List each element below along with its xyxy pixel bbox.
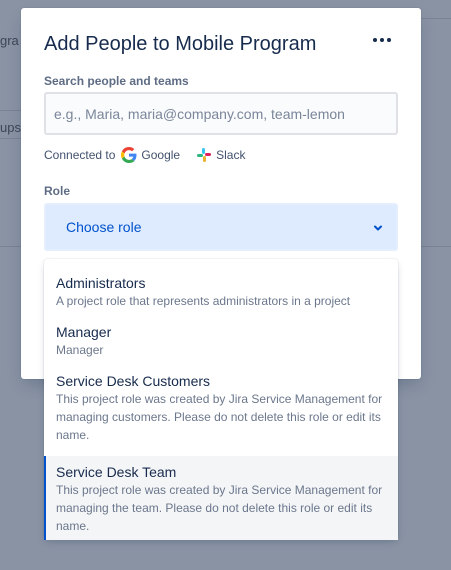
chevron-down-icon	[374, 225, 382, 231]
google-label: Google	[141, 148, 181, 162]
role-label: Role	[44, 184, 71, 198]
role-select-value: Choose role	[66, 219, 142, 235]
role-option-description: This project role was created by Jira Se…	[56, 483, 383, 533]
slack-connection[interactable]: Slack	[196, 147, 245, 163]
background-divider	[0, 246, 21, 247]
background-text: ups	[0, 120, 21, 135]
role-option-title: Service Desk Team	[56, 464, 177, 480]
role-option-title: Manager	[56, 324, 112, 340]
google-connection[interactable]: Google	[121, 147, 180, 163]
connected-label: Connected to	[44, 148, 116, 162]
search-people-input[interactable]	[44, 92, 398, 135]
role-dropdown-menu: Administrators A project role that repre…	[44, 259, 398, 540]
role-option-service-desk-team[interactable]: Service Desk Team This project role was …	[44, 456, 398, 540]
more-actions-button[interactable]	[367, 30, 397, 50]
slack-icon	[197, 148, 212, 162]
google-icon	[121, 147, 137, 163]
background-text: gra	[0, 33, 19, 48]
role-option-description: Manager	[56, 343, 104, 357]
search-label: Search people and teams	[44, 74, 189, 88]
role-option-description: A project role that represents administr…	[56, 294, 351, 308]
background-divider	[0, 138, 21, 139]
background-divider	[0, 110, 21, 111]
role-select[interactable]: Choose role	[44, 203, 398, 251]
role-option-service-desk-customers[interactable]: Service Desk Customers This project role…	[44, 372, 398, 456]
role-option-title: Administrators	[56, 275, 146, 291]
role-option-administrators[interactable]: Administrators A project role that repre…	[44, 274, 398, 323]
connected-services: Connected to Google Slack	[44, 146, 245, 164]
modal-title: Add People to Mobile Program	[44, 33, 317, 55]
role-option-manager[interactable]: Manager Manager	[44, 323, 398, 372]
role-option-description: This project role was created by Jira Se…	[56, 392, 383, 442]
slack-label: Slack	[216, 148, 246, 162]
background-divider	[421, 246, 451, 247]
background-divider	[421, 18, 451, 19]
more-horizontal-icon	[373, 38, 391, 42]
role-option-title: Service Desk Customers	[56, 373, 211, 389]
